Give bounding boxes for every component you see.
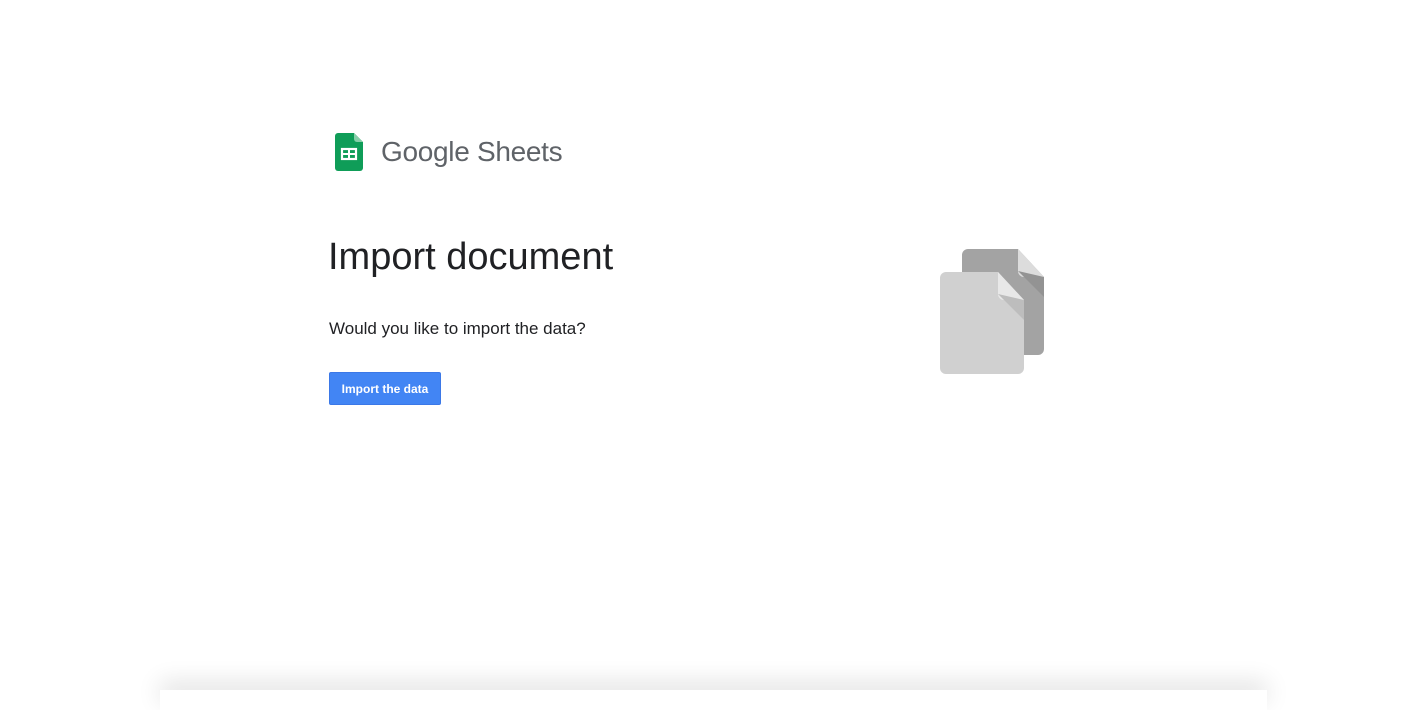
bottom-panel-shadow bbox=[160, 690, 1267, 710]
page-title: Import document bbox=[328, 236, 614, 278]
brand-name: Google Sheets bbox=[381, 136, 563, 167]
import-data-button[interactable]: Import the data bbox=[329, 372, 441, 405]
documents-icon bbox=[938, 248, 1048, 381]
google-sheets-icon bbox=[335, 133, 363, 171]
import-prompt: Would you like to import the data? bbox=[329, 319, 586, 338]
